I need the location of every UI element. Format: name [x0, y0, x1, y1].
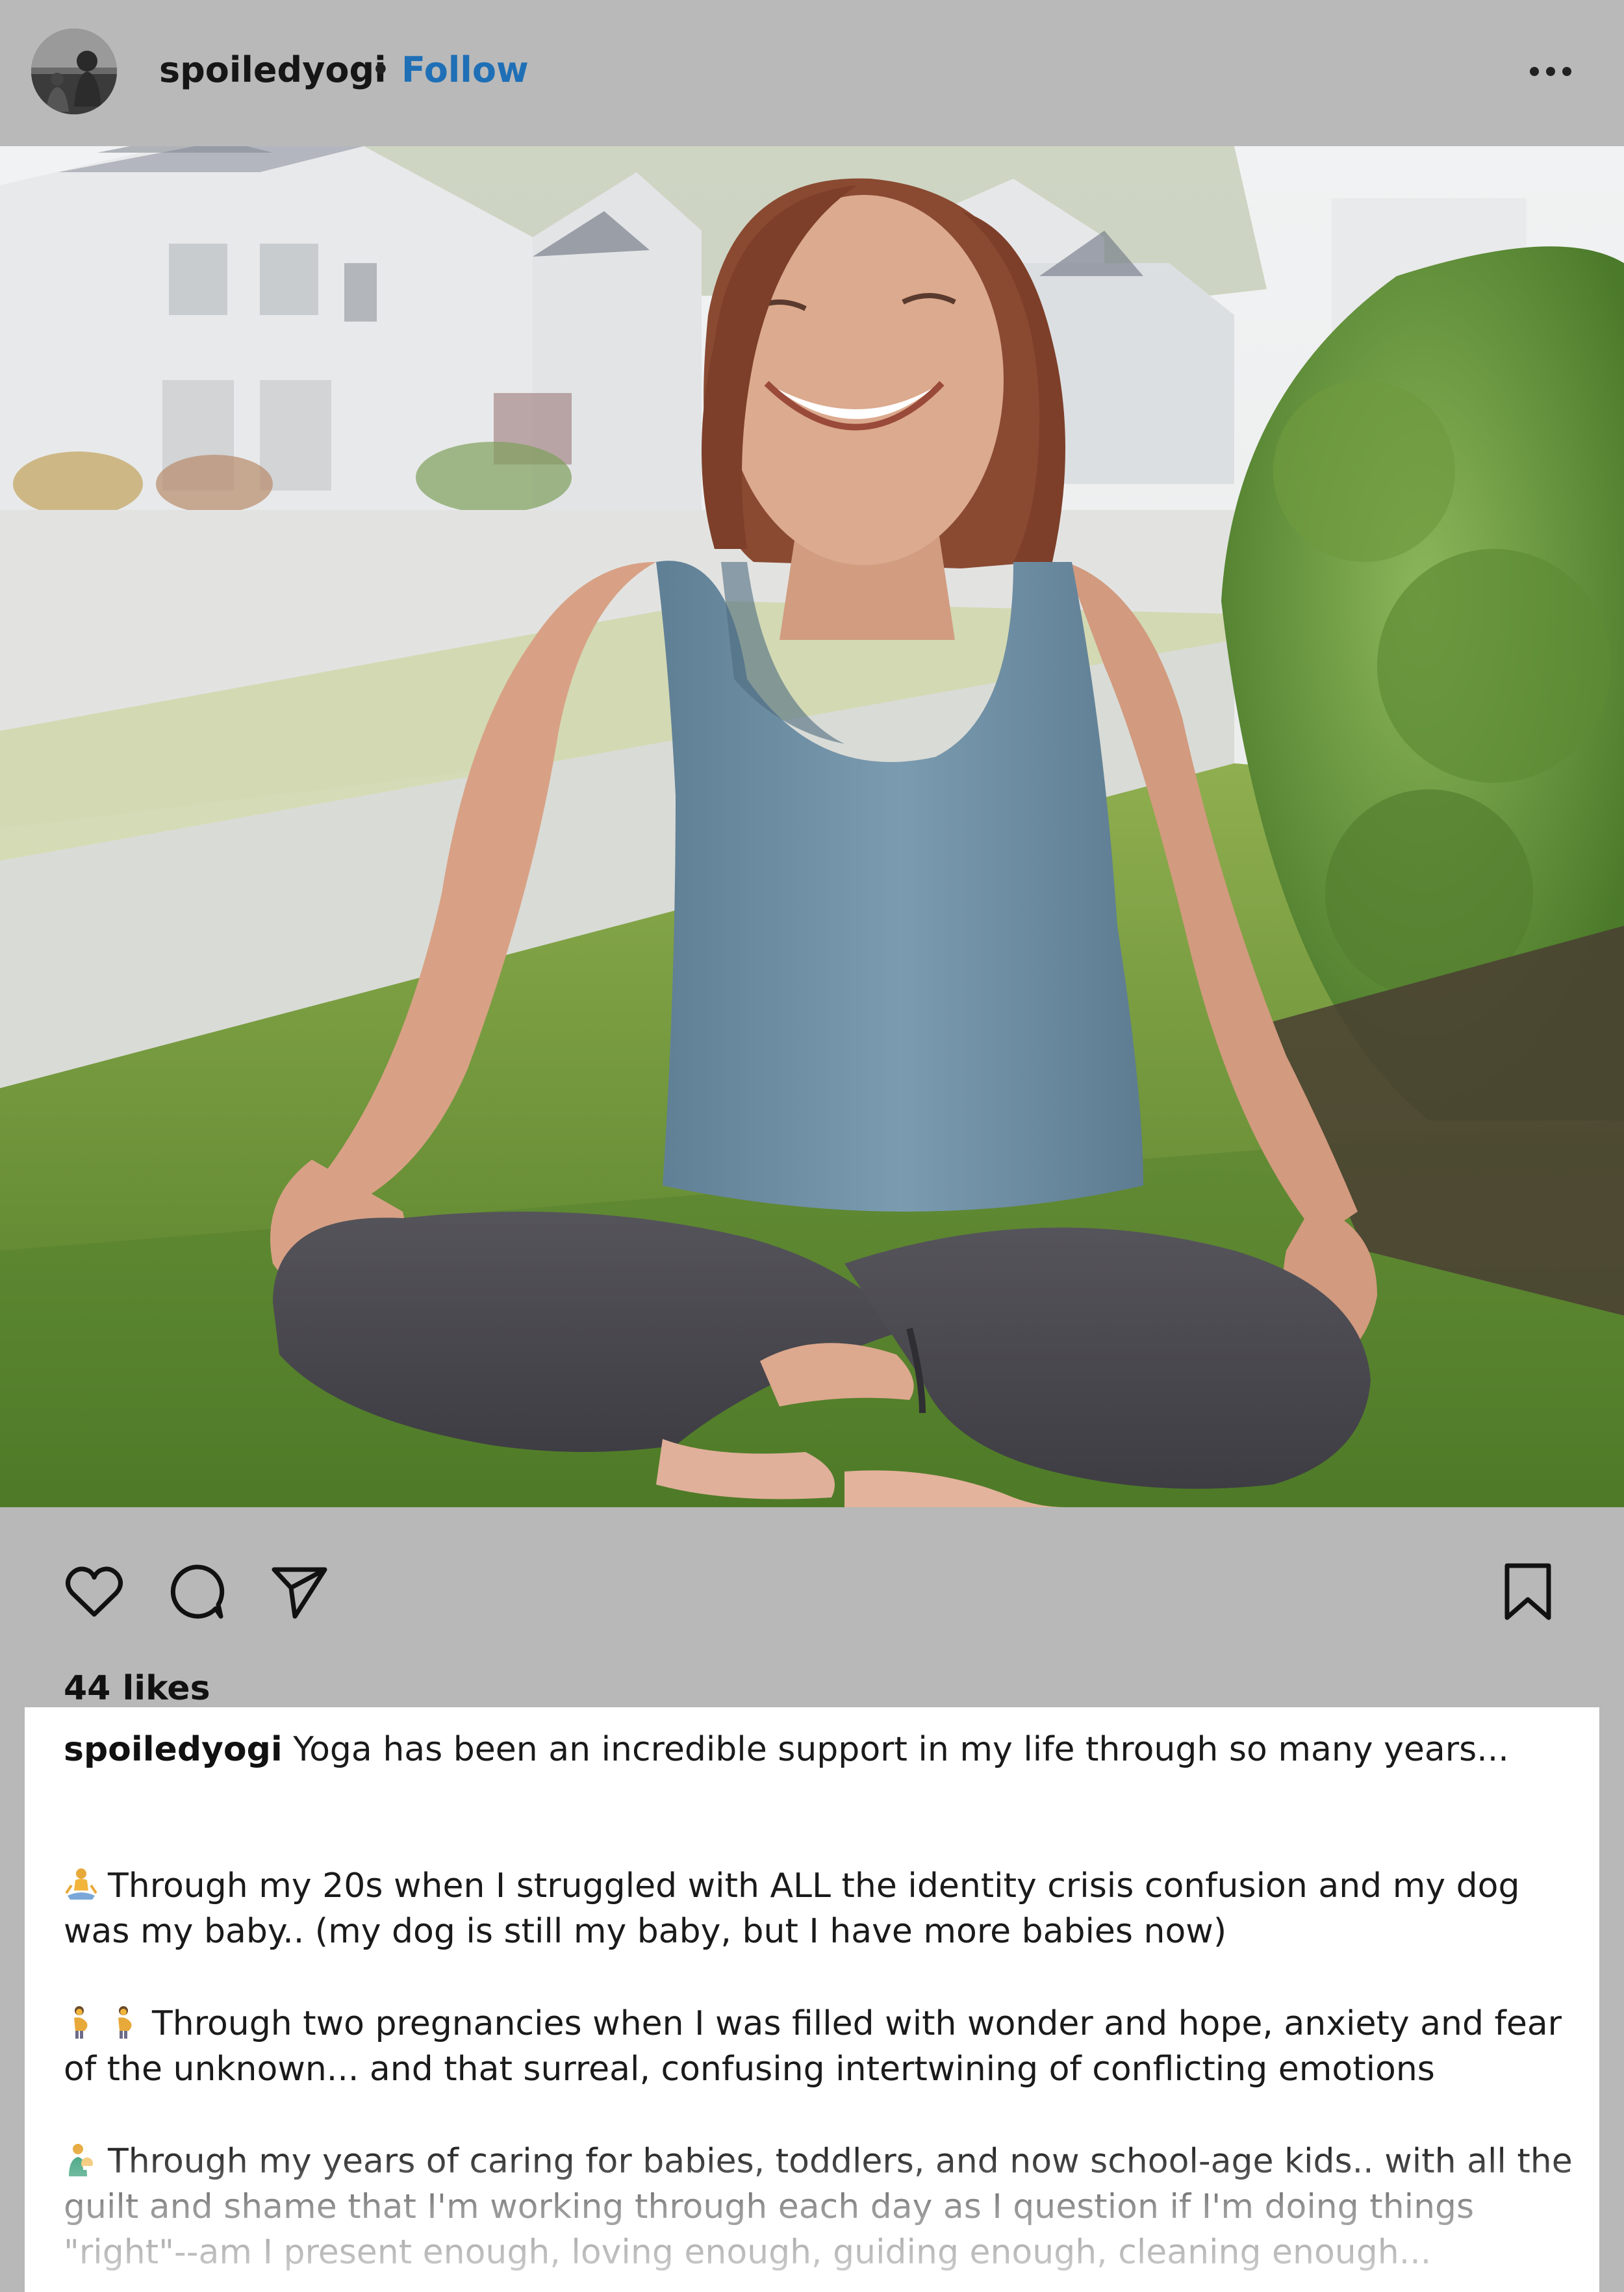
caption-intro-text: Yoga has been an incredible support in m…	[282, 1730, 1509, 1769]
caption-paragraph-1-text: Through my 20s when I struggled with ALL…	[64, 1866, 1520, 1951]
pregnant-woman-emoji-2	[108, 2005, 143, 2040]
follow-button[interactable]: Follow	[401, 44, 529, 96]
comment-icon[interactable]	[164, 1559, 229, 1624]
caption-paragraph-3: Through my years of caring for babies, t…	[64, 2139, 1577, 2275]
woman-feeding-baby-emoji	[64, 2143, 99, 2178]
avatar[interactable]	[31, 29, 117, 114]
send-icon[interactable]	[266, 1559, 331, 1624]
caption-paragraph-2: Through two pregnancies when I was fille…	[64, 2001, 1577, 2092]
caption-card: spoiledyogi Yoga has been an incredible …	[25, 1707, 1599, 2292]
post-username[interactable]: spoiledyogi	[159, 44, 387, 96]
person-in-lotus-position-emoji	[64, 1867, 99, 1902]
likes-count[interactable]: 44 likes	[64, 1663, 210, 1714]
caption: spoiledyogi Yoga has been an incredible …	[64, 1727, 1577, 2275]
post-header: spoiledyogi • Follow	[0, 0, 1624, 146]
bookmark-icon[interactable]	[1495, 1559, 1560, 1624]
pregnant-woman-emoji	[64, 2005, 99, 2040]
caption-paragraph-1: Through my 20s when I struggled with ALL…	[64, 1863, 1577, 1954]
separator-dot: •	[370, 49, 391, 90]
caption-paragraph-3-text: Through my years of caring for babies, t…	[64, 2142, 1573, 2272]
caption-paragraph-2-text: Through two pregnancies when I was fille…	[64, 2004, 1562, 2089]
caption-author[interactable]: spoiledyogi	[64, 1730, 283, 1769]
more-options-icon[interactable]	[1521, 52, 1580, 91]
heart-icon[interactable]	[62, 1559, 127, 1624]
post-photo[interactable]	[0, 146, 1624, 1507]
caption-intro: spoiledyogi Yoga has been an incredible …	[64, 1727, 1577, 1772]
post-actions-bar	[0, 1507, 1624, 1702]
